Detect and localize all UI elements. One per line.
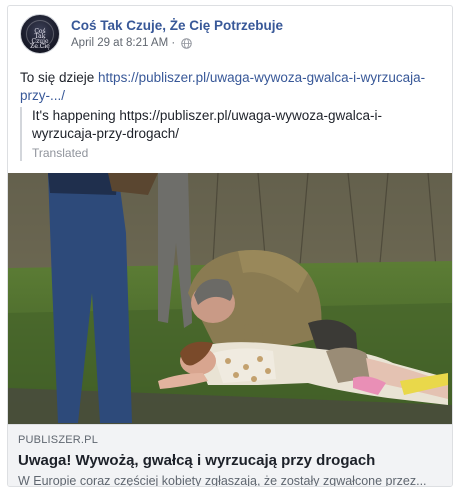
preview-photo-illustration xyxy=(8,173,452,424)
translation-block: It's happening https://publiszer.pl/uwag… xyxy=(20,107,444,161)
meta-separator: · xyxy=(168,37,179,49)
post-message-text: To się dzieje xyxy=(20,70,99,85)
translation-text: It's happening https://publiszer.pl/uwag… xyxy=(32,108,383,141)
avatar-logo-text: Coś Tak Czuje Że Cię xyxy=(30,28,50,50)
page-avatar[interactable]: Coś Tak Czuje Że Cię xyxy=(20,14,60,54)
link-preview-image[interactable] xyxy=(8,173,452,424)
translated-label[interactable]: Translated xyxy=(32,145,444,161)
page-name-link[interactable]: Coś Tak Czuje, Że Cię Potrzebuje xyxy=(71,18,283,33)
link-title[interactable]: Uwaga! Wywożą, gwałcą i wyrzucają przy d… xyxy=(18,451,442,471)
globe-icon[interactable] xyxy=(181,37,193,49)
post-header: Coś Tak Czuje Że Cię Coś Tak Czuje, Że C… xyxy=(20,14,440,58)
link-description: W Europie coraz częściej kobiety zgłasza… xyxy=(18,474,427,487)
link-preview-caption[interactable]: PUBLISZER.PL Uwaga! Wywożą, gwałcą i wyr… xyxy=(8,424,452,487)
post-timestamp[interactable]: April 29 at 8:21 AM xyxy=(71,37,168,49)
post-meta: April 29 at 8:21 AM · xyxy=(71,37,193,49)
facebook-post-card: Coś Tak Czuje Że Cię Coś Tak Czuje, Że C… xyxy=(7,5,453,487)
post-message: To się dzieje https://publiszer.pl/uwaga… xyxy=(20,69,444,105)
link-domain: PUBLISZER.PL xyxy=(18,434,99,446)
